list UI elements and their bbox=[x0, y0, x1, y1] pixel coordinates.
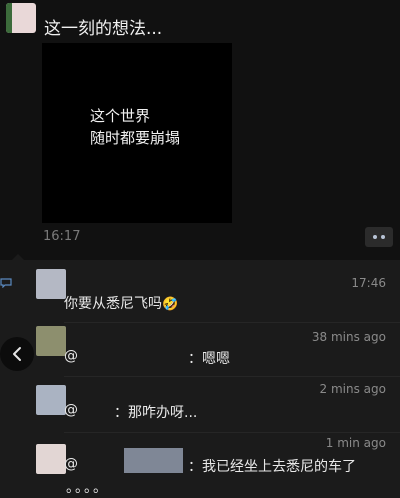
comment-text: ：那咋办呀... bbox=[114, 405, 198, 421]
comment-time: 1 min ago bbox=[325, 436, 386, 450]
comment-at-mention[interactable]: @ bbox=[64, 402, 78, 418]
comment-text: ：我已经坐上去悉尼的车了 bbox=[188, 459, 356, 475]
commenter-avatar[interactable] bbox=[36, 385, 66, 415]
comments-section: 17:46 你要从悉尼飞吗🤣 38 mins ago @ ：嗯嗯 2 mins … bbox=[0, 254, 400, 498]
moment-post: 这一刻的想法... 这个世界 随时都要崩塌 16:17 bbox=[0, 0, 400, 260]
comment-text-body: 你要从悉尼飞吗 bbox=[64, 296, 162, 312]
back-button[interactable] bbox=[0, 337, 34, 371]
comment-divider bbox=[64, 376, 400, 377]
comment-at-mention[interactable]: @ bbox=[64, 348, 78, 364]
comment-time: 17:46 bbox=[351, 276, 386, 290]
commenter-avatar[interactable] bbox=[36, 269, 66, 299]
comment-time: 2 mins ago bbox=[319, 382, 386, 396]
poster-avatar[interactable] bbox=[6, 3, 36, 33]
chevron-left-icon bbox=[13, 347, 21, 361]
dot-icon bbox=[373, 235, 377, 239]
comment-divider bbox=[64, 322, 400, 323]
post-time: 16:17 bbox=[43, 229, 81, 244]
emoji-icon: 🤣 bbox=[162, 297, 179, 312]
post-image[interactable]: 这个世界 随时都要崩塌 bbox=[42, 43, 232, 223]
comment-text: ：嗯嗯 bbox=[188, 351, 230, 367]
comment-divider bbox=[64, 432, 400, 433]
comment-icon bbox=[0, 278, 12, 288]
commenter-avatar[interactable] bbox=[36, 326, 66, 356]
post-image-line: 随时都要崩塌 bbox=[90, 129, 181, 147]
more-options-button[interactable] bbox=[365, 227, 393, 247]
post-text: 这一刻的想法... bbox=[44, 19, 163, 39]
commenter-avatar[interactable] bbox=[36, 444, 66, 474]
redacted-name bbox=[124, 448, 183, 473]
dot-icon bbox=[381, 235, 385, 239]
post-image-line: 这个世界 bbox=[90, 107, 151, 125]
comment-at-mention[interactable]: @ bbox=[64, 456, 78, 472]
comment-time: 38 mins ago bbox=[311, 330, 386, 344]
comment-text: 你要从悉尼飞吗🤣 bbox=[64, 293, 178, 313]
comment-text-continuation: 。。。。 bbox=[66, 480, 109, 496]
